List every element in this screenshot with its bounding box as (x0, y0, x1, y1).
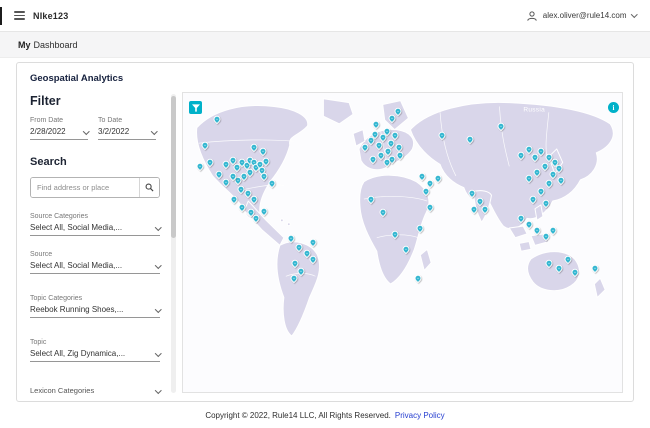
to-date-label: To Date (98, 117, 123, 124)
chevron-down-icon (154, 387, 161, 394)
chevron-down-icon (154, 306, 161, 313)
map-filter-button[interactable] (189, 101, 202, 114)
map-canvas[interactable]: i Russia (182, 92, 623, 393)
world-map (183, 93, 622, 392)
header-left-accent (0, 7, 2, 25)
topic-value: Select All, Zig Dynamica,... (30, 349, 126, 358)
chevron-down-icon (150, 128, 157, 135)
user-icon (527, 10, 537, 21)
to-date-value: 3/2/2022 (98, 127, 130, 136)
to-date-select[interactable]: 3/2/2022 (98, 127, 157, 140)
main-area: Geospatial Analytics Filter From Date 2/… (0, 58, 650, 402)
breadcrumb-section: My (18, 39, 31, 50)
search-input[interactable] (31, 178, 139, 197)
info-icon: i (612, 103, 615, 112)
source-value: Select All, Social Media,... (30, 261, 123, 270)
topic-categories-label: Topic Categories (30, 295, 83, 302)
source-categories-select[interactable]: Select All, Social Media,... (30, 223, 161, 236)
lexicon-categories-label: Lexicon Categories (30, 386, 95, 395)
chevron-down-icon (154, 350, 161, 357)
chevron-down-icon (82, 128, 89, 135)
page-title: Geospatial Analytics (30, 73, 124, 84)
source-label: Source (30, 251, 53, 258)
filter-scrollbar-thumb[interactable] (171, 96, 176, 238)
search-button[interactable] (139, 178, 159, 197)
topic-categories-value: Reebok Running Shoes,... (30, 305, 124, 314)
lexicon-categories-expander[interactable]: Lexicon Categories (30, 386, 161, 395)
map-info-button[interactable]: i (608, 102, 619, 113)
menu-icon[interactable] (14, 11, 25, 20)
topic-categories-select[interactable]: Reebok Running Shoes,... (30, 305, 161, 318)
source-categories-value: Select All, Social Media,... (30, 223, 123, 232)
geospatial-analytics-card: Geospatial Analytics Filter From Date 2/… (16, 62, 634, 402)
search-box (30, 177, 160, 198)
chevron-down-icon (154, 262, 161, 269)
topic-label: Topic (30, 339, 47, 346)
search-icon (145, 183, 154, 192)
brand: NIke123 (33, 10, 69, 21)
from-date-label: From Date (30, 117, 64, 124)
app-header: NIke123 alex.oliver@rule14.com (0, 0, 650, 32)
footer: Copyright © 2022, Rule14 LLC, All Rights… (0, 402, 650, 428)
from-date-select[interactable]: 2/28/2022 (30, 127, 89, 140)
source-select[interactable]: Select All, Social Media,... (30, 261, 161, 274)
breadcrumb-page: Dashboard (33, 39, 78, 50)
filter-scrollbar[interactable] (171, 94, 176, 393)
filter-sidebar: Filter From Date 2/28/2022 To Date 3/2/2… (30, 92, 182, 395)
privacy-policy-link[interactable]: Privacy Policy (395, 411, 445, 420)
from-date-value: 2/28/2022 (30, 127, 66, 136)
user-email: alex.oliver@rule14.com (542, 11, 627, 20)
filter-heading: Filter (30, 94, 61, 108)
breadcrumb: My Dashboard (0, 32, 650, 58)
chevron-down-icon (154, 224, 161, 231)
search-heading: Search (30, 156, 67, 168)
filter-icon (191, 103, 200, 112)
chevron-down-icon (630, 10, 637, 18)
source-categories-label: Source Categories (30, 213, 88, 220)
account-menu[interactable]: alex.oliver@rule14.com (526, 10, 637, 22)
topic-select[interactable]: Select All, Zig Dynamica,... (30, 349, 161, 362)
copyright-text: Copyright © 2022, Rule14 LLC, All Rights… (205, 410, 391, 420)
